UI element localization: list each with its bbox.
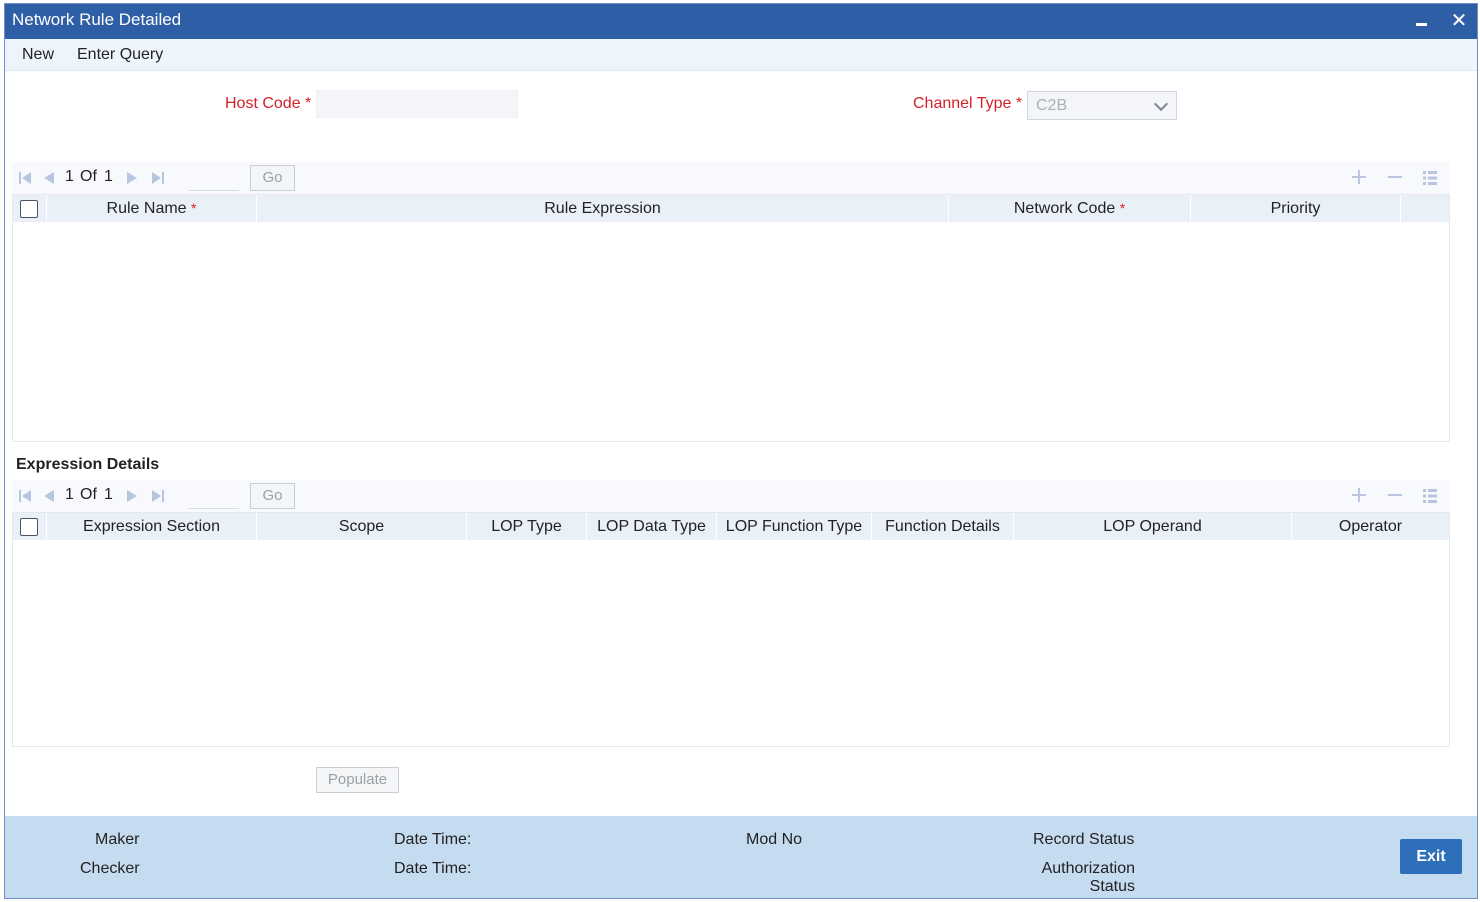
col-rule-name[interactable]: Rule Name * xyxy=(47,195,257,222)
col-function-details[interactable]: Function Details xyxy=(872,513,1014,540)
page-number-input[interactable] xyxy=(189,165,239,191)
expression-grid-header: Expression Section Scope LOP Type LOP Da… xyxy=(13,513,1449,540)
minimize-icon xyxy=(1416,23,1427,26)
required-mark: * xyxy=(1119,200,1126,216)
next-page-icon[interactable] xyxy=(124,488,140,504)
menu-bar: New Enter Query xyxy=(5,39,1477,71)
col-lop-type[interactable]: LOP Type xyxy=(467,513,587,540)
channel-type-select[interactable]: C2B xyxy=(1027,91,1177,120)
host-code-input[interactable] xyxy=(316,90,518,118)
populate-button[interactable]: Populate xyxy=(316,767,399,793)
rules-pager: 1 Of 1 Go xyxy=(12,162,1450,194)
col-priority[interactable]: Priority xyxy=(1191,195,1401,222)
select-all-cell xyxy=(13,195,47,222)
required-mark: * xyxy=(305,95,312,112)
last-page-icon[interactable] xyxy=(150,488,166,504)
checker-date-time-label: Date Time: xyxy=(394,860,472,877)
exit-button[interactable]: Exit xyxy=(1400,839,1462,874)
last-page-icon[interactable] xyxy=(150,170,166,186)
col-rule-name-text: Rule Name xyxy=(106,200,187,217)
page-of-label: Of xyxy=(80,168,97,185)
col-lop-data-type[interactable]: LOP Data Type xyxy=(587,513,717,540)
delete-row-icon[interactable] xyxy=(1386,167,1404,187)
col-lop-operand[interactable]: LOP Operand xyxy=(1014,513,1292,540)
rules-grid: Rule Name * Rule Expression Network Code… xyxy=(12,194,1450,442)
rules-grid-header: Rule Name * Rule Expression Network Code… xyxy=(13,195,1449,222)
go-button[interactable]: Go xyxy=(250,483,295,509)
select-all-checkbox[interactable] xyxy=(20,200,38,218)
total-pages: 1 xyxy=(104,168,113,185)
add-row-icon[interactable] xyxy=(1350,167,1368,187)
next-page-icon[interactable] xyxy=(124,170,140,186)
first-page-icon[interactable] xyxy=(17,170,33,186)
expression-pager: 1 Of 1 Go xyxy=(12,480,1450,512)
list-view-icon[interactable] xyxy=(1421,486,1439,506)
col-network-code-text: Network Code xyxy=(1013,200,1116,217)
authorization-status-label: Authorization Status xyxy=(1041,860,1135,895)
menu-enter-query[interactable]: Enter Query xyxy=(77,46,163,64)
col-scope[interactable]: Scope xyxy=(257,513,467,540)
page-number-input[interactable] xyxy=(189,483,239,509)
add-row-icon[interactable] xyxy=(1350,485,1368,505)
channel-type-label-text: Channel Type xyxy=(913,95,1012,112)
maker-date-time-label: Date Time: xyxy=(394,831,472,848)
host-code-label: Host Code * xyxy=(225,95,311,113)
title-bar: Network Rule Detailed ✕ xyxy=(5,4,1477,39)
channel-type-value: C2B xyxy=(1036,97,1068,114)
menu-new[interactable]: New xyxy=(22,46,54,64)
record-status-label: Record Status xyxy=(1033,831,1135,848)
expression-details-title: Expression Details xyxy=(16,456,160,473)
list-view-icon[interactable] xyxy=(1421,168,1439,188)
col-rule-expression[interactable]: Rule Expression xyxy=(257,195,949,222)
audit-footer: Maker Checker Date Time: Date Time: Mod … xyxy=(5,816,1477,898)
channel-type-label: Channel Type * xyxy=(913,95,1022,113)
network-rule-window: Network Rule Detailed ✕ New Enter Query … xyxy=(4,3,1478,899)
previous-page-icon[interactable] xyxy=(41,170,57,186)
previous-page-icon[interactable] xyxy=(41,488,57,504)
col-operator[interactable]: Operator xyxy=(1292,513,1449,540)
window-title: Network Rule Detailed xyxy=(12,10,182,29)
col-expression-section[interactable]: Expression Section xyxy=(47,513,257,540)
required-mark: * xyxy=(1015,95,1023,112)
required-mark: * xyxy=(191,200,197,216)
current-page: 1 xyxy=(65,486,74,503)
first-page-icon[interactable] xyxy=(17,488,33,504)
go-button[interactable]: Go xyxy=(250,165,295,191)
current-page: 1 xyxy=(65,168,74,185)
minimize-button[interactable] xyxy=(1410,8,1434,34)
close-button[interactable]: ✕ xyxy=(1447,8,1471,34)
maker-label: Maker xyxy=(95,831,140,848)
chevron-down-icon xyxy=(1153,96,1169,112)
col-lop-function-type[interactable]: LOP Function Type xyxy=(717,513,872,540)
close-icon: ✕ xyxy=(1450,10,1468,32)
checker-label: Checker xyxy=(80,860,140,877)
mod-no-label: Mod No xyxy=(746,831,803,848)
col-spacer xyxy=(1401,195,1449,222)
host-code-label-text: Host Code xyxy=(225,95,301,112)
expression-grid: Expression Section Scope LOP Type LOP Da… xyxy=(12,512,1450,747)
page-of-label: Of xyxy=(80,486,97,503)
col-network-code[interactable]: Network Code * xyxy=(949,195,1191,222)
select-all-checkbox[interactable] xyxy=(20,518,38,536)
delete-row-icon[interactable] xyxy=(1386,485,1404,505)
select-all-cell xyxy=(13,513,47,540)
total-pages: 1 xyxy=(104,486,113,503)
